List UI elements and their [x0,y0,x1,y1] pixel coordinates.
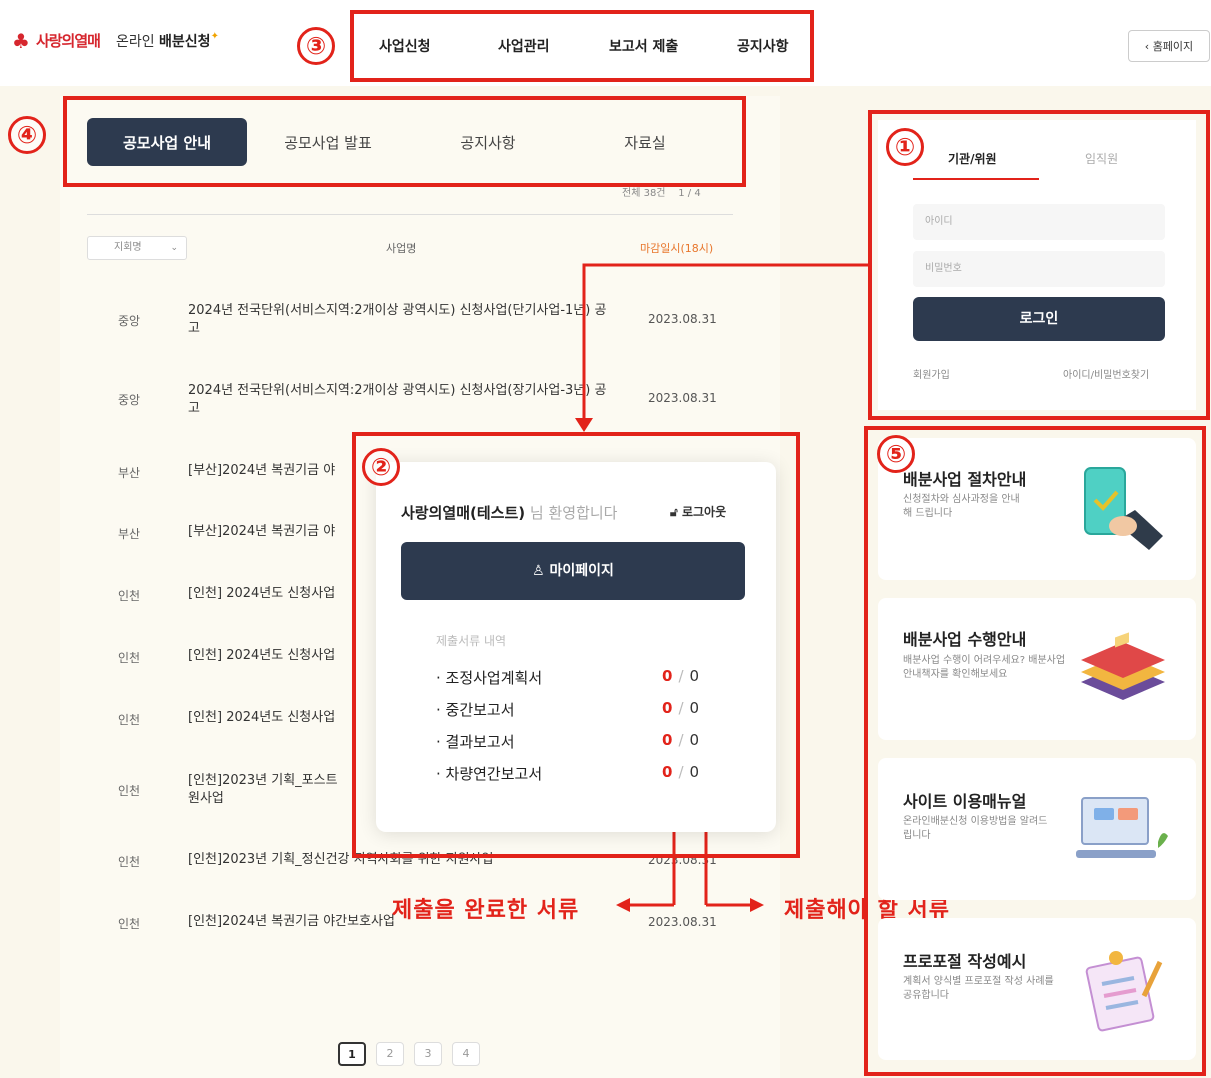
marker-3: ③ [297,27,335,65]
annotation-completed-docs: 제출을 완료한 서류 [392,898,580,923]
highlight-box-4 [63,96,746,187]
highlight-box-3 [350,10,814,82]
marker-5: ⑤ [877,435,915,473]
marker-2: ② [362,448,400,486]
highlight-box-5 [864,426,1206,1076]
marker-1: ① [886,128,924,166]
highlight-box-2 [352,432,800,858]
marker-4: ④ [8,116,46,154]
